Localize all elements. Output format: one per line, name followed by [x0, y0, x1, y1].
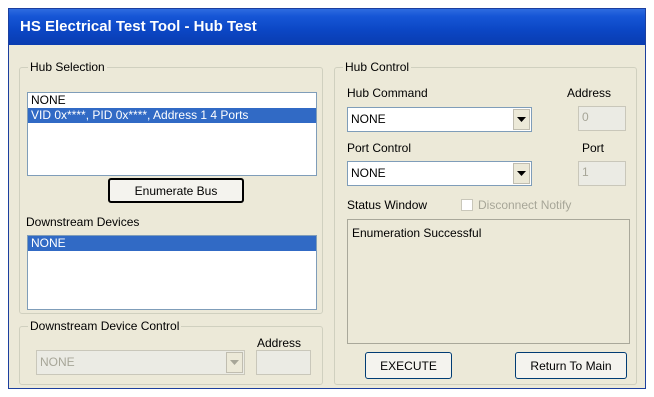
hub-command-combo[interactable]: NONE — [347, 107, 532, 132]
hub-command-value: NONE — [351, 112, 386, 126]
downstream-device-control-legend: Downstream Device Control — [28, 319, 182, 333]
return-to-main-button[interactable]: Return To Main — [515, 352, 627, 379]
port-label: Port — [582, 141, 605, 155]
downstream-address-label: Address — [257, 336, 302, 350]
app-window: HS Electrical Test Tool - Hub Test Hub S… — [8, 8, 646, 389]
port-value: 1 — [582, 165, 589, 179]
chevron-down-icon[interactable] — [513, 163, 530, 184]
hub-address-value: 0 — [582, 110, 589, 124]
status-window-label: Status Window — [347, 198, 428, 212]
downstream-device-combo-value: NONE — [40, 355, 75, 369]
window-title: HS Electrical Test Tool - Hub Test — [20, 18, 257, 35]
downstream-list-item-none[interactable]: NONE — [28, 236, 316, 251]
hub-control-group: Hub Control Hub Command Address NONE 0 P… — [334, 60, 637, 385]
chevron-down-icon — [226, 352, 243, 373]
status-text: Enumeration Successful — [352, 226, 482, 240]
downstream-device-control-group: Downstream Device Control Address NONE — [19, 319, 323, 385]
downstream-device-combo: NONE — [36, 350, 245, 375]
hub-list-item-device[interactable]: VID 0x****, PID 0x****, Address 1 4 Port… — [28, 108, 316, 123]
chevron-down-icon[interactable] — [513, 109, 530, 130]
hub-address-label: Address — [567, 86, 612, 100]
hub-address-field: 0 — [578, 106, 626, 131]
disconnect-notify-checkbox — [461, 199, 473, 211]
downstream-devices-label: Downstream Devices — [26, 215, 140, 229]
hub-control-legend: Hub Control — [343, 60, 412, 74]
port-control-label: Port Control — [347, 141, 412, 155]
port-control-combo[interactable]: NONE — [347, 161, 532, 186]
hub-list-item-none[interactable]: NONE — [28, 93, 316, 108]
status-window: Enumeration Successful — [347, 219, 630, 344]
hub-list[interactable]: NONE VID 0x****, PID 0x****, Address 1 4… — [27, 92, 317, 176]
hub-selection-legend: Hub Selection — [28, 60, 107, 74]
port-field: 1 — [578, 161, 626, 186]
hub-selection-group: Hub Selection NONE VID 0x****, PID 0x***… — [19, 60, 323, 314]
enumerate-bus-button[interactable]: Enumerate Bus — [108, 178, 244, 203]
port-control-value: NONE — [351, 166, 386, 180]
execute-button[interactable]: EXECUTE — [365, 352, 452, 379]
downstream-devices-list[interactable]: NONE — [27, 235, 317, 310]
title-bar[interactable]: HS Electrical Test Tool - Hub Test — [9, 9, 645, 45]
hub-command-label: Hub Command — [347, 86, 428, 100]
disconnect-notify-label: Disconnect Notify — [478, 198, 572, 212]
downstream-address-field — [256, 350, 311, 375]
